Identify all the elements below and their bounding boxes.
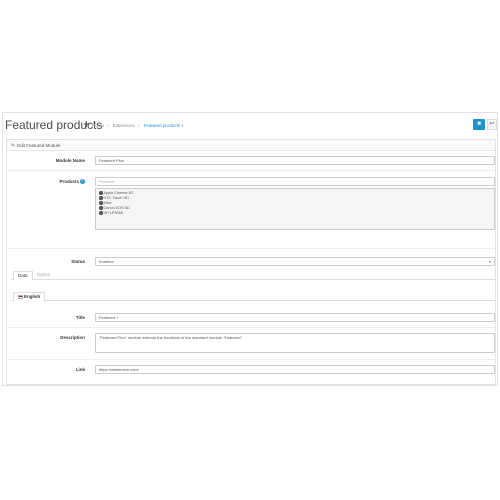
tab-data[interactable]: Data [13, 271, 33, 281]
breadcrumb-home[interactable]: Home [92, 123, 104, 128]
products-row: Products? Products Apple Cinema 30" HTC … [7, 171, 495, 249]
save-icon: ■ [477, 121, 481, 127]
products-selected-list: Apple Cinema 30" HTC Touch HD iMac Canon… [95, 188, 495, 230]
breadcrumb-extensions[interactable]: Extensions [113, 123, 135, 128]
title-input[interactable]: Featured + [95, 313, 495, 322]
tab-option[interactable]: Option [33, 271, 54, 279]
remove-icon[interactable] [99, 201, 103, 205]
page-container: Featured products + Home › Extensions › Fe… [2, 112, 498, 386]
module-name-label: Module Name [55, 158, 85, 163]
remove-icon[interactable] [99, 191, 103, 195]
module-name-input[interactable]: Featured Plus [95, 156, 495, 165]
description-row: Description "Featured Plus" module exten… [7, 328, 495, 360]
language-tab-bar: English [11, 291, 495, 302]
module-name-row: Module Name Featured Plus [7, 151, 495, 171]
product-item: HP LP3065 [99, 211, 491, 216]
page-header: Featured products + Home › Extensions › Fe… [3, 113, 497, 137]
pencil-icon: ✎ [11, 143, 16, 149]
chevron-down-icon: ▾ [488, 259, 491, 264]
tab-language-english[interactable]: English [13, 292, 46, 302]
link-label: Link [75, 367, 85, 372]
status-label: Status [71, 259, 85, 264]
description-label: Description [60, 335, 85, 340]
status-row: Status Enabled ▾ [7, 249, 495, 289]
breadcrumb-current[interactable]: Featured products + [144, 123, 184, 128]
remove-icon[interactable] [99, 196, 103, 200]
products-search-input[interactable]: Products [95, 177, 495, 186]
products-label: Products? [59, 179, 85, 185]
reply-icon: ↩ [489, 121, 495, 127]
flag-icon [18, 295, 23, 299]
title-row: Title Featured + [7, 308, 495, 328]
back-button[interactable]: ↩ [487, 119, 497, 130]
tab-bar: Data Option [11, 270, 495, 281]
info-icon: ? [80, 179, 85, 185]
remove-icon[interactable] [99, 206, 103, 210]
panel-heading-text: Edit Featured Module [17, 143, 61, 148]
title-suffix: + [83, 117, 91, 131]
link-input[interactable]: https://webkrown.com/ [95, 365, 495, 374]
remove-icon[interactable] [99, 211, 103, 215]
breadcrumb: Home › Extensions › Featured products + [92, 123, 184, 128]
save-button[interactable]: ■ [473, 119, 485, 130]
panel-heading: ✎ Edit Featured Module [7, 140, 495, 151]
status-select[interactable]: Enabled ▾ [95, 257, 495, 266]
description-textarea[interactable]: "Featured Plus" module extends the funct… [95, 333, 495, 353]
link-row: Link https://webkrown.com/ [7, 360, 495, 382]
edit-panel: ✎ Edit Featured Module Module Name Featur… [6, 139, 496, 385]
title-label: Title [75, 315, 85, 320]
